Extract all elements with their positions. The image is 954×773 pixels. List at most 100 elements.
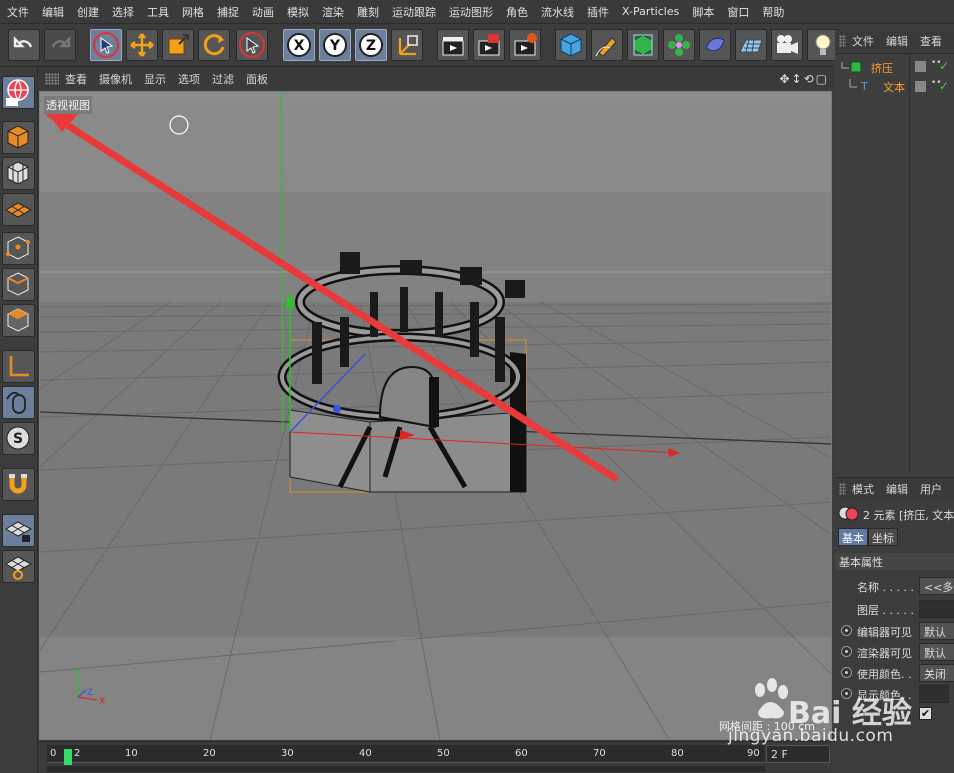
viewport-menu-panel[interactable]: 面板 — [246, 71, 268, 87]
menu-mesh[interactable]: 网格 — [182, 4, 204, 20]
viewport-menu-options[interactable]: 选项 — [178, 71, 200, 87]
layer-field[interactable] — [919, 600, 954, 618]
model-mode-button[interactable] — [2, 121, 35, 154]
section-basic-properties[interactable]: 基本属性 — [835, 553, 954, 570]
tick-label: 20 — [203, 748, 216, 759]
timeline-scrollbar[interactable] — [47, 766, 765, 772]
object-name[interactable]: 挤压 — [871, 60, 893, 76]
viewport-navigation-icons[interactable]: ✥↕⟲▢ — [779, 72, 829, 86]
menu-select[interactable]: 选择 — [112, 4, 134, 20]
object-row-extrude[interactable]: 挤压 •• ✓ — [835, 58, 954, 76]
workplane-mode-button[interactable] — [2, 193, 35, 226]
render-visible-dropdown[interactable]: 默认 — [919, 643, 954, 661]
polygons-mode-button[interactable] — [2, 304, 35, 337]
scale-button[interactable] — [162, 29, 194, 61]
tab-basic[interactable]: 基本 — [838, 528, 868, 546]
menu-create[interactable]: 创建 — [77, 4, 99, 20]
workplane-align-button[interactable] — [2, 550, 35, 583]
move-button[interactable] — [126, 29, 158, 61]
tweak-mode-button[interactable] — [2, 386, 35, 419]
viewport-label[interactable]: 透视视图 — [44, 96, 92, 114]
menu-sculpt[interactable]: 雕刻 — [357, 4, 379, 20]
menu-tools[interactable]: 工具 — [147, 4, 169, 20]
panel-grip-icon[interactable] — [839, 482, 846, 495]
coordinate-system-button[interactable] — [391, 29, 423, 61]
attr-menu-user[interactable]: 用户 — [920, 481, 942, 497]
menu-help[interactable]: 帮助 — [762, 4, 784, 20]
timeline-ruler[interactable]: 0 2 10 20 30 40 50 60 70 80 90 — [47, 745, 765, 765]
cube-primitive-button[interactable] — [555, 29, 587, 61]
recent-tool-button[interactable] — [236, 29, 268, 61]
perspective-viewport[interactable]: Y Z X 透视视图 网格间距 : 100 cm — [39, 91, 832, 740]
live-selection-button[interactable] — [90, 29, 122, 61]
camera-button[interactable] — [771, 29, 803, 61]
redo-button[interactable] — [44, 29, 76, 61]
object-name[interactable]: 文本 — [883, 79, 905, 95]
field-label-render-visible: 渲染器可见 — [857, 647, 912, 660]
layer-swatch-icon[interactable] — [915, 61, 926, 72]
viewport-menu-cameras[interactable]: 摄像机 — [99, 71, 132, 87]
points-mode-button[interactable] — [2, 232, 35, 265]
menu-window[interactable]: 窗口 — [727, 4, 749, 20]
render-region-button[interactable] — [473, 29, 505, 61]
name-field[interactable]: <<多重数值>> — [919, 577, 954, 595]
texture-mode-button[interactable] — [2, 157, 35, 190]
svg-text:S: S — [13, 431, 23, 447]
attr-menu-edit[interactable]: 编辑 — [886, 481, 908, 497]
menu-animate[interactable]: 动画 — [252, 4, 274, 20]
menu-mograph[interactable]: 运动图形 — [449, 4, 493, 20]
magnet-button[interactable] — [2, 468, 35, 501]
rotate-button[interactable] — [198, 29, 230, 61]
z-axis-handle[interactable] — [333, 405, 341, 413]
current-frame-marker[interactable] — [64, 749, 72, 765]
editor-visible-dropdown[interactable]: 默认 — [919, 622, 954, 640]
z-axis-lock-button[interactable]: Z — [355, 29, 387, 61]
undo-button[interactable] — [8, 29, 40, 61]
menu-file[interactable]: 文件 — [7, 4, 29, 20]
render-view-button[interactable] — [437, 29, 469, 61]
undo-icon — [13, 36, 33, 48]
y-axis-lock-button[interactable]: Y — [319, 29, 351, 61]
floor-button[interactable] — [735, 29, 767, 61]
viewport-menu-filter[interactable]: 过滤 — [212, 71, 234, 87]
menu-character[interactable]: 角色 — [506, 4, 528, 20]
menu-pipeline[interactable]: 流水线 — [541, 4, 574, 20]
pen-spline-button[interactable] — [591, 29, 623, 61]
column-divider — [909, 53, 910, 472]
layer-swatch-icon[interactable] — [915, 81, 926, 92]
menu-render[interactable]: 渲染 — [322, 4, 344, 20]
render-settings-button[interactable] — [509, 29, 541, 61]
object-menu-file[interactable]: 文件 — [852, 33, 874, 49]
object-menu-view[interactable]: 查看 — [920, 33, 942, 49]
menu-motion-tracking[interactable]: 运动跟踪 — [392, 4, 436, 20]
animate-radio-icon[interactable] — [841, 646, 852, 657]
menu-x-particles[interactable]: X-Particles — [622, 5, 679, 18]
cloner-button[interactable] — [663, 29, 695, 61]
redo-icon — [51, 36, 71, 48]
object-row-text[interactable]: T 文本 •• ✓ — [835, 78, 954, 96]
attr-menu-mode[interactable]: 模式 — [852, 481, 874, 497]
make-editable-button[interactable] — [2, 76, 35, 109]
panel-grip-icon[interactable] — [839, 35, 846, 47]
menu-simulate[interactable]: 模拟 — [287, 4, 309, 20]
snap-button[interactable]: S — [2, 422, 35, 455]
object-menu-edit[interactable]: 编辑 — [886, 33, 908, 49]
viewport-menu-display[interactable]: 显示 — [144, 71, 166, 87]
enabled-check-icon[interactable]: ✓ — [939, 59, 949, 73]
deformer-button[interactable] — [699, 29, 731, 61]
x-axis-lock-button[interactable]: X — [283, 29, 315, 61]
menu-script[interactable]: 脚本 — [692, 4, 714, 20]
menu-edit[interactable]: 编辑 — [42, 4, 64, 20]
viewport-menu-view[interactable]: 查看 — [65, 71, 87, 87]
lock-workplane-button[interactable] — [2, 514, 35, 547]
edges-mode-button[interactable] — [2, 268, 35, 301]
menu-plugins[interactable]: 插件 — [587, 4, 609, 20]
menu-snap[interactable]: 捕捉 — [217, 4, 239, 20]
animate-radio-icon[interactable] — [841, 625, 852, 636]
enable-axis-button[interactable] — [2, 350, 35, 383]
panel-grip-icon[interactable] — [45, 73, 59, 85]
enabled-check-icon[interactable]: ✓ — [939, 79, 949, 93]
tab-coordinates[interactable]: 坐标 — [868, 528, 898, 546]
subdivision-surface-button[interactable] — [627, 29, 659, 61]
clapper-gear-icon — [514, 33, 537, 56]
